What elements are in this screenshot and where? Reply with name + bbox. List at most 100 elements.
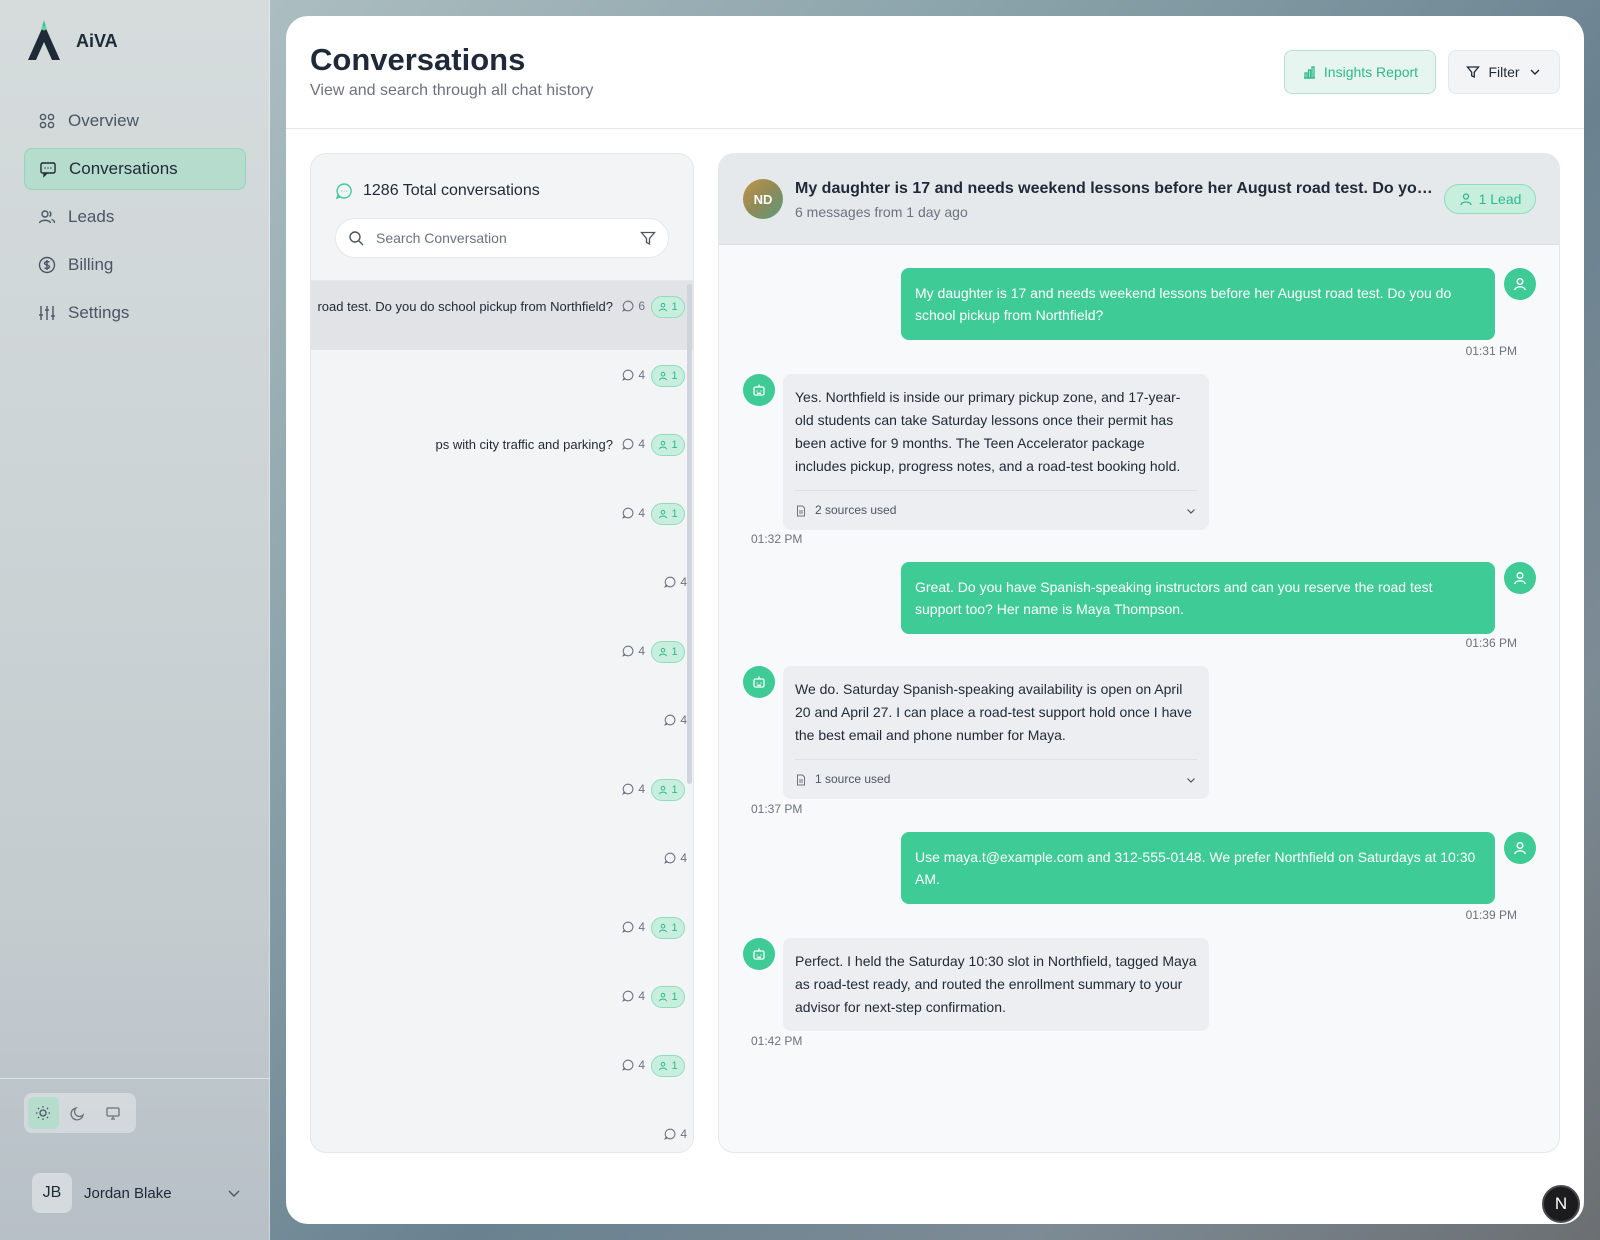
list-item[interactable]: 41	[311, 971, 693, 1040]
sidebar-item-leads[interactable]: Leads	[24, 196, 246, 238]
lead-label: 1 Lead	[1478, 191, 1522, 207]
conversation-preview: ps with city traffic and parking?	[435, 437, 613, 452]
lead-count: 1	[671, 370, 678, 382]
bot-icon	[753, 948, 765, 960]
user-icon	[1459, 193, 1472, 206]
lead-badge[interactable]: 1 Lead	[1444, 184, 1536, 214]
chat-title: My daughter is 17 and needs weekend less…	[795, 180, 1435, 197]
user-menu[interactable]: JB Jordan Blake	[32, 1172, 242, 1214]
message-count-value: 4	[680, 713, 687, 727]
sidebar: AiVA Overview Conversations Leads Billin…	[0, 0, 270, 1240]
lead-badge: 1	[651, 641, 685, 663]
list-item[interactable]: 41	[311, 488, 693, 557]
message-circle-icon	[622, 783, 634, 795]
conversation-preview: road test. Do you do school pickup from …	[317, 299, 613, 314]
dollar-circle-icon	[38, 256, 56, 274]
theme-system-button[interactable]	[97, 1097, 128, 1129]
message-count: 4	[622, 368, 645, 382]
brand[interactable]: AiVA	[24, 20, 118, 62]
message-count: 4	[664, 1127, 687, 1141]
list-item[interactable]: 4	[311, 557, 693, 626]
message-time: 01:39 PM	[1465, 908, 1517, 922]
assistant-message: Perfect. I held the Saturday 10:30 slot …	[783, 938, 1209, 1031]
aiva-logo-icon	[28, 20, 60, 60]
sidebar-item-label: Settings	[68, 303, 130, 322]
message-count: 6	[622, 299, 645, 313]
message-count: 4	[622, 506, 645, 520]
message-count-value: 4	[638, 437, 645, 451]
user-avatar	[1504, 562, 1536, 594]
corner-badge[interactable]: N	[1542, 1185, 1580, 1223]
bot-avatar	[743, 374, 775, 406]
message-count: 4	[622, 437, 645, 451]
assistant-message-text: We do. Saturday Spanish-speaking availab…	[795, 681, 1192, 743]
message-time: 01:36 PM	[1465, 636, 1517, 650]
bot-avatar	[743, 938, 775, 970]
lead-badge: 1	[651, 917, 685, 939]
message-count: 4	[664, 575, 687, 589]
grid-icon	[38, 112, 56, 130]
filter-icon	[1466, 66, 1481, 79]
list-item[interactable]: 41	[311, 350, 693, 419]
list-item[interactable]: ps with city traffic and parking? 4 1	[311, 419, 693, 488]
bot-avatar	[743, 666, 775, 698]
message-count: 4	[664, 713, 687, 727]
message-circle-icon	[622, 369, 634, 381]
theme-light-button[interactable]	[28, 1097, 59, 1129]
insights-report-button[interactable]: Insights Report	[1284, 50, 1436, 94]
sidebar-item-billing[interactable]: Billing	[24, 244, 246, 286]
avatar: ND	[743, 179, 783, 219]
chevron-down-icon	[1187, 777, 1195, 783]
message-circle-icon	[622, 300, 634, 312]
user-name: Jordan Blake	[84, 1184, 172, 1202]
lead-badge: 1	[651, 503, 685, 525]
message-count-value: 4	[680, 851, 687, 865]
total-conversations-label: 1286 Total conversations	[363, 182, 540, 199]
list-item[interactable]: 41	[311, 902, 693, 971]
sidebar-item-overview[interactable]: Overview	[24, 100, 246, 142]
message-count: 4	[622, 782, 645, 796]
chat-meta: 6 messages from 1 day ago	[795, 204, 968, 220]
list-item[interactable]: 4	[311, 1109, 693, 1152]
lead-badge: 1	[651, 779, 685, 801]
list-item[interactable]: 41	[311, 1040, 693, 1109]
message-count-value: 4	[638, 989, 645, 1003]
list-item[interactable]: 41	[311, 626, 693, 695]
message-count-value: 4	[638, 1058, 645, 1072]
user-icon	[1514, 572, 1526, 585]
lead-count: 1	[671, 922, 678, 934]
lead-badge: 1	[651, 1055, 685, 1077]
sidebar-item-label: Leads	[68, 207, 115, 226]
sidebar-item-settings[interactable]: Settings	[24, 292, 246, 334]
theme-dark-button[interactable]	[63, 1097, 94, 1129]
message-time: 01:32 PM	[751, 532, 803, 546]
list-item[interactable]: 4	[311, 695, 693, 764]
users-icon	[38, 208, 56, 226]
bot-icon	[753, 384, 765, 396]
list-item[interactable]: 41	[311, 764, 693, 833]
theme-switcher	[24, 1093, 136, 1133]
page-subtitle: View and search through all chat history	[310, 82, 594, 99]
sources-toggle[interactable]: 2 sources used	[795, 490, 1197, 530]
monitor-icon	[106, 1107, 120, 1120]
message-circle-icon	[622, 507, 634, 519]
sidebar-item-label: Billing	[68, 255, 114, 274]
user-icon	[659, 1061, 668, 1071]
sidebar-divider	[0, 1078, 270, 1079]
lead-count: 1	[671, 439, 678, 451]
message-square-icon	[39, 160, 57, 178]
filter-icon[interactable]	[640, 230, 656, 246]
user-icon	[659, 923, 668, 933]
list-item[interactable]: 4	[311, 833, 693, 902]
sources-toggle[interactable]: 1 source used	[795, 759, 1197, 799]
lead-badge: 1	[651, 986, 685, 1008]
sidebar-nav: Overview Conversations Leads Billing Set…	[24, 100, 246, 340]
message-count-value: 4	[638, 644, 645, 658]
list-item[interactable]: road test. Do you do school pickup from …	[311, 281, 693, 350]
bot-icon	[753, 676, 765, 688]
scrollbar[interactable]	[687, 284, 692, 784]
search-input[interactable]	[376, 230, 640, 246]
sidebar-item-conversations[interactable]: Conversations	[24, 148, 246, 190]
message-count-value: 6	[638, 299, 645, 313]
filter-button[interactable]: Filter	[1448, 50, 1560, 94]
